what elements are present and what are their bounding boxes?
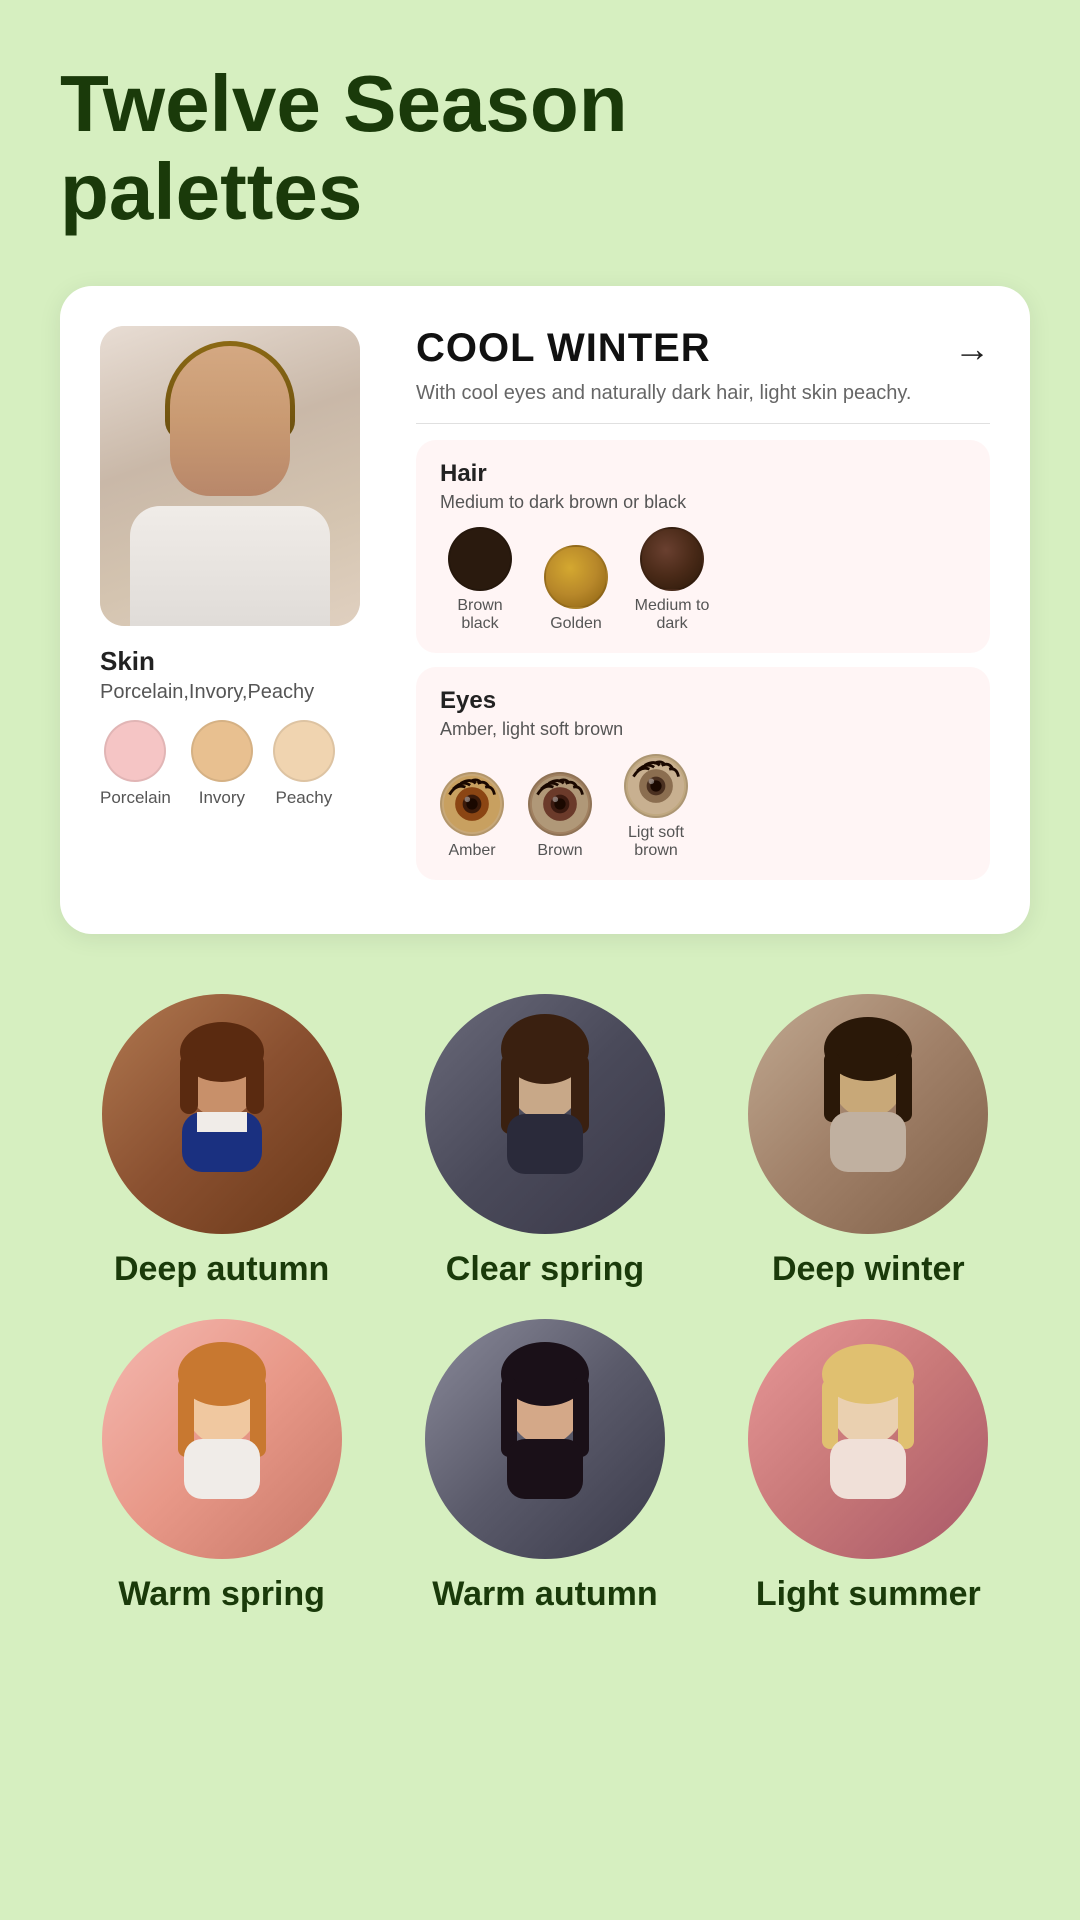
portrait-clear-spring[interactable]: Clear spring [425,994,665,1289]
portraits-row-2: Warm spring Warm autumn [60,1319,1030,1614]
hair-subtitle: Medium to dark brown or black [440,492,966,513]
warm-autumn-label: Warm autumn [432,1575,657,1614]
page-title: Twelve Season palettes [60,60,1030,236]
hair-swatches: Brown black Golden Medium to dark [440,527,966,633]
eyes-trait-card: Eyes Amber, light soft brown [416,667,990,880]
skin-sub: Porcelain,Invory,Peachy [100,681,314,704]
portrait-deep-autumn[interactable]: Deep autumn [102,994,342,1289]
swatch-porcelain: Porcelain [100,720,171,808]
hair-trait-card: Hair Medium to dark brown or black Brown… [416,440,990,653]
portrait-warm-autumn[interactable]: Warm autumn [425,1319,665,1614]
eye-swatch-amber: Amber [440,772,504,860]
portraits-row-1: Deep autumn Clear spring [60,994,1030,1289]
hair-swatch-medium-dark: Medium to dark [632,527,712,633]
card-left: Skin Porcelain,Invory,Peachy Porcelain I… [100,326,380,894]
clear-spring-label: Clear spring [446,1250,644,1289]
portrait-warm-spring[interactable]: Warm spring [102,1319,342,1614]
swatch-peachy: Peachy [273,720,335,808]
arrow-icon[interactable]: → [954,328,990,370]
eyes-swatches: Amber [440,754,966,860]
season-description: With cool eyes and naturally dark hair, … [416,379,990,407]
season-header: COOL WINTER → [416,326,990,371]
skin-label: Skin [100,646,155,677]
deep-winter-label: Deep winter [772,1250,965,1289]
season-title: COOL WINTER [416,326,711,371]
season-card: Skin Porcelain,Invory,Peachy Porcelain I… [60,286,1030,934]
hair-title: Hair [440,460,966,488]
skin-swatches: Porcelain Invory Peachy [100,720,335,808]
hair-swatch-golden: Golden [544,545,608,633]
deep-autumn-label: Deep autumn [114,1250,329,1289]
warm-spring-label: Warm spring [118,1575,325,1614]
divider [416,423,990,424]
light-summer-label: Light summer [756,1575,981,1614]
swatch-invory: Invory [191,720,253,808]
portrait-light-summer[interactable]: Light summer [748,1319,988,1614]
eye-swatch-light-soft-brown: Ligt soft brown [616,754,696,860]
eye-swatch-brown: Brown [528,772,592,860]
hair-swatch-brown-black: Brown black [440,527,520,633]
card-right: COOL WINTER → With cool eyes and natural… [416,326,990,894]
eyes-title: Eyes [440,687,966,715]
eyes-subtitle: Amber, light soft brown [440,719,966,740]
portrait-deep-winter[interactable]: Deep winter [748,994,988,1289]
portrait-container [100,326,360,626]
